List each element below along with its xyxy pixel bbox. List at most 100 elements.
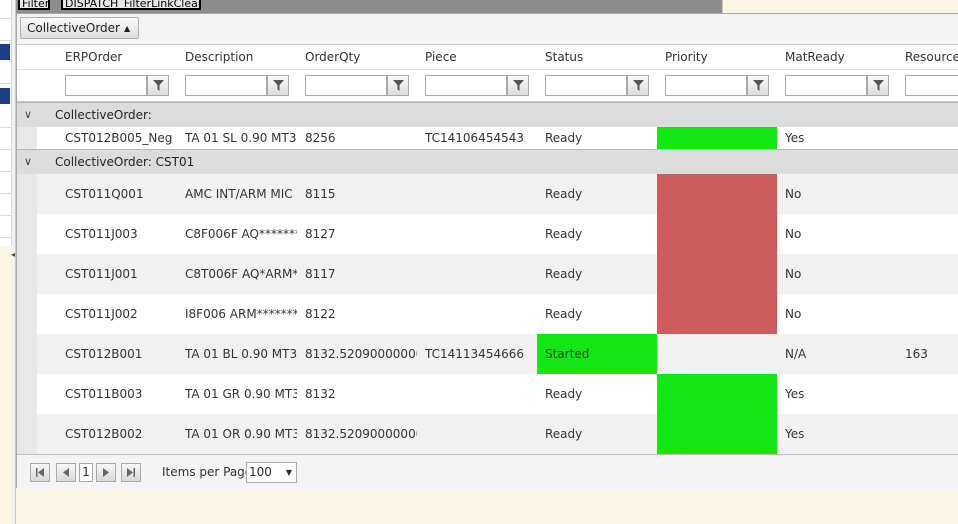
filter-funnel-icon-status[interactable] [627, 75, 649, 96]
cell-matready: No [785, 307, 802, 321]
filter-funnel-icon-orderqty[interactable] [387, 75, 409, 96]
cell-matready: Yes [785, 131, 805, 145]
items-per-page-select[interactable]: 100 ▼ [246, 462, 297, 483]
grid-body: ∨ CollectiveOrder: CST012B005_Neg TA 01 SL … [17, 102, 958, 454]
filter-row [17, 70, 958, 102]
cell-description: I8F006 ARM********** [185, 307, 297, 321]
table-row[interactable]: CST011J001 C8T006F AQ*ARM*** 8117 Ready No [17, 254, 958, 294]
filter-input-matready[interactable] [785, 75, 867, 96]
cell-description: C8F006F AQ********** [185, 227, 297, 241]
priority-indicator [657, 414, 777, 454]
filter-input-resource[interactable] [905, 75, 958, 96]
cell-description: TA 01 BL 0.90 MT3-46 [185, 347, 297, 361]
priority-indicator [657, 254, 777, 294]
cell-status: Started [537, 334, 657, 374]
filter-input-description[interactable] [185, 75, 267, 96]
cell-resource [897, 174, 958, 214]
filter-funnel-icon-description[interactable] [267, 75, 289, 96]
cell-resource [897, 254, 958, 294]
cell-resource [897, 214, 958, 254]
filter-button[interactable]: Filter [18, 0, 50, 10]
cell-matready: Yes [785, 387, 805, 401]
cell-piece: TC14113454666 [425, 347, 524, 361]
previous-page-icon[interactable] [56, 463, 76, 482]
cell-status: Ready [545, 387, 583, 401]
priority-indicator [657, 294, 777, 334]
column-header-resource[interactable]: Resource [905, 45, 958, 70]
filter-funnel-icon-matready[interactable] [867, 75, 889, 96]
filter-funnel-icon-piece[interactable] [507, 75, 529, 96]
filter-input-priority[interactable] [665, 75, 747, 96]
group-title: CollectiveOrder: CST01 [55, 155, 195, 169]
column-header-matready[interactable]: MatReady [785, 45, 845, 70]
cell-erporder: CST011J002 [65, 307, 138, 321]
group-panel: CollectiveOrder ▲ [17, 14, 958, 45]
current-page-input[interactable]: 1 [79, 463, 93, 482]
collapse-chevron-icon[interactable]: ∨ [24, 150, 32, 174]
items-per-page-value: 100 [249, 465, 272, 479]
cell-matready: Yes [785, 427, 805, 441]
column-header-status[interactable]: Status [545, 45, 583, 70]
cell-piece [417, 174, 537, 214]
filter-input-orderqty[interactable] [305, 75, 387, 96]
cell-erporder: CST011Q001 [65, 187, 144, 201]
filter-input-status[interactable] [545, 75, 627, 96]
collapse-left-icon[interactable]: ◂ [11, 250, 15, 259]
cell-description: TA 01 OR 0.90 MT3-4€ [185, 427, 297, 441]
filter-funnel-icon-priority[interactable] [747, 75, 769, 96]
table-row[interactable]: CST011Q001 AMC INT/ARM MIC F 8115 Ready No [17, 174, 958, 214]
cell-piece [417, 294, 537, 334]
collapse-chevron-icon[interactable]: ∨ [24, 103, 32, 127]
table-row[interactable]: CST011J003 C8F006F AQ********** 8127 Ready N… [17, 214, 958, 254]
cell-erporder: CST012B001 [65, 347, 143, 361]
table-row[interactable]: CST012B005_Neg TA 01 SL 0.90 MT3-46 8256 TC… [17, 127, 958, 149]
group-row[interactable]: ∨ CollectiveOrder: CST01 [17, 149, 958, 174]
left-panel-selected-item[interactable] [0, 44, 10, 60]
column-header-erporder[interactable]: ERPOrder [65, 45, 122, 70]
cell-resource: 163 [905, 347, 928, 361]
cell-resource [897, 294, 958, 334]
cell-status: Ready [545, 427, 583, 441]
group-row[interactable]: ∨ CollectiveOrder: [17, 102, 958, 127]
cell-orderqty: 8256 [305, 131, 336, 145]
cell-piece [417, 414, 537, 454]
table-row[interactable]: CST012B002 TA 01 OR 0.90 MT3-4€ 8132.52090… [17, 414, 958, 454]
filter-input-piece[interactable] [425, 75, 507, 96]
sort-ascending-icon: ▲ [124, 24, 131, 33]
next-page-icon[interactable] [96, 463, 116, 482]
column-header-priority[interactable]: Priority [665, 45, 708, 70]
column-header-piece[interactable]: Piece [425, 45, 457, 70]
column-header-description[interactable]: Description [185, 45, 253, 70]
left-panel-selected-item-2[interactable] [0, 88, 10, 104]
cell-erporder: CST011B003 [65, 387, 143, 401]
left-panel-edge [0, 0, 12, 246]
cell-status: Ready [545, 307, 583, 321]
filter-clear-link[interactable]: DISPATCH_FilterLinkClear [61, 0, 201, 10]
cell-status: Ready [545, 131, 583, 145]
cell-erporder: CST012B005_Neg [65, 131, 173, 145]
cell-piece [417, 214, 537, 254]
chevron-down-icon: ▼ [285, 468, 292, 477]
column-header-orderqty[interactable]: OrderQty [305, 45, 360, 70]
group-chip-collective-order[interactable]: CollectiveOrder ▲ [20, 17, 140, 39]
filter-funnel-icon-erporder[interactable] [147, 75, 169, 96]
cell-orderqty: 8132.52090000000040 [305, 427, 417, 441]
priority-indicator [657, 334, 777, 374]
last-page-icon[interactable] [121, 463, 141, 482]
cell-piece [417, 254, 537, 294]
table-row[interactable]: CST011B003 TA 01 GR 0.90 MT3-4€ 8132 Ready Y… [17, 374, 958, 414]
cell-orderqty: 8117 [305, 267, 336, 281]
cell-resource [897, 127, 958, 149]
table-row[interactable]: CST011J002 I8F006 ARM********** 8122 Ready N… [17, 294, 958, 334]
cell-piece [417, 374, 537, 414]
table-row[interactable]: CST012B001 TA 01 BL 0.90 MT3-46 8132.52090… [17, 334, 958, 374]
cell-orderqty: 8127 [305, 227, 336, 241]
group-title: CollectiveOrder: [55, 108, 152, 122]
cell-status: Ready [545, 187, 583, 201]
group-chip-label: CollectiveOrder [27, 21, 120, 35]
top-toolbar: Filter DISPATCH_FilterLinkClear [16, 0, 722, 13]
filter-input-erporder[interactable] [65, 75, 147, 96]
cell-resource [897, 374, 958, 414]
cell-description: TA 01 SL 0.90 MT3-46 [185, 131, 297, 145]
first-page-icon[interactable] [30, 463, 50, 482]
